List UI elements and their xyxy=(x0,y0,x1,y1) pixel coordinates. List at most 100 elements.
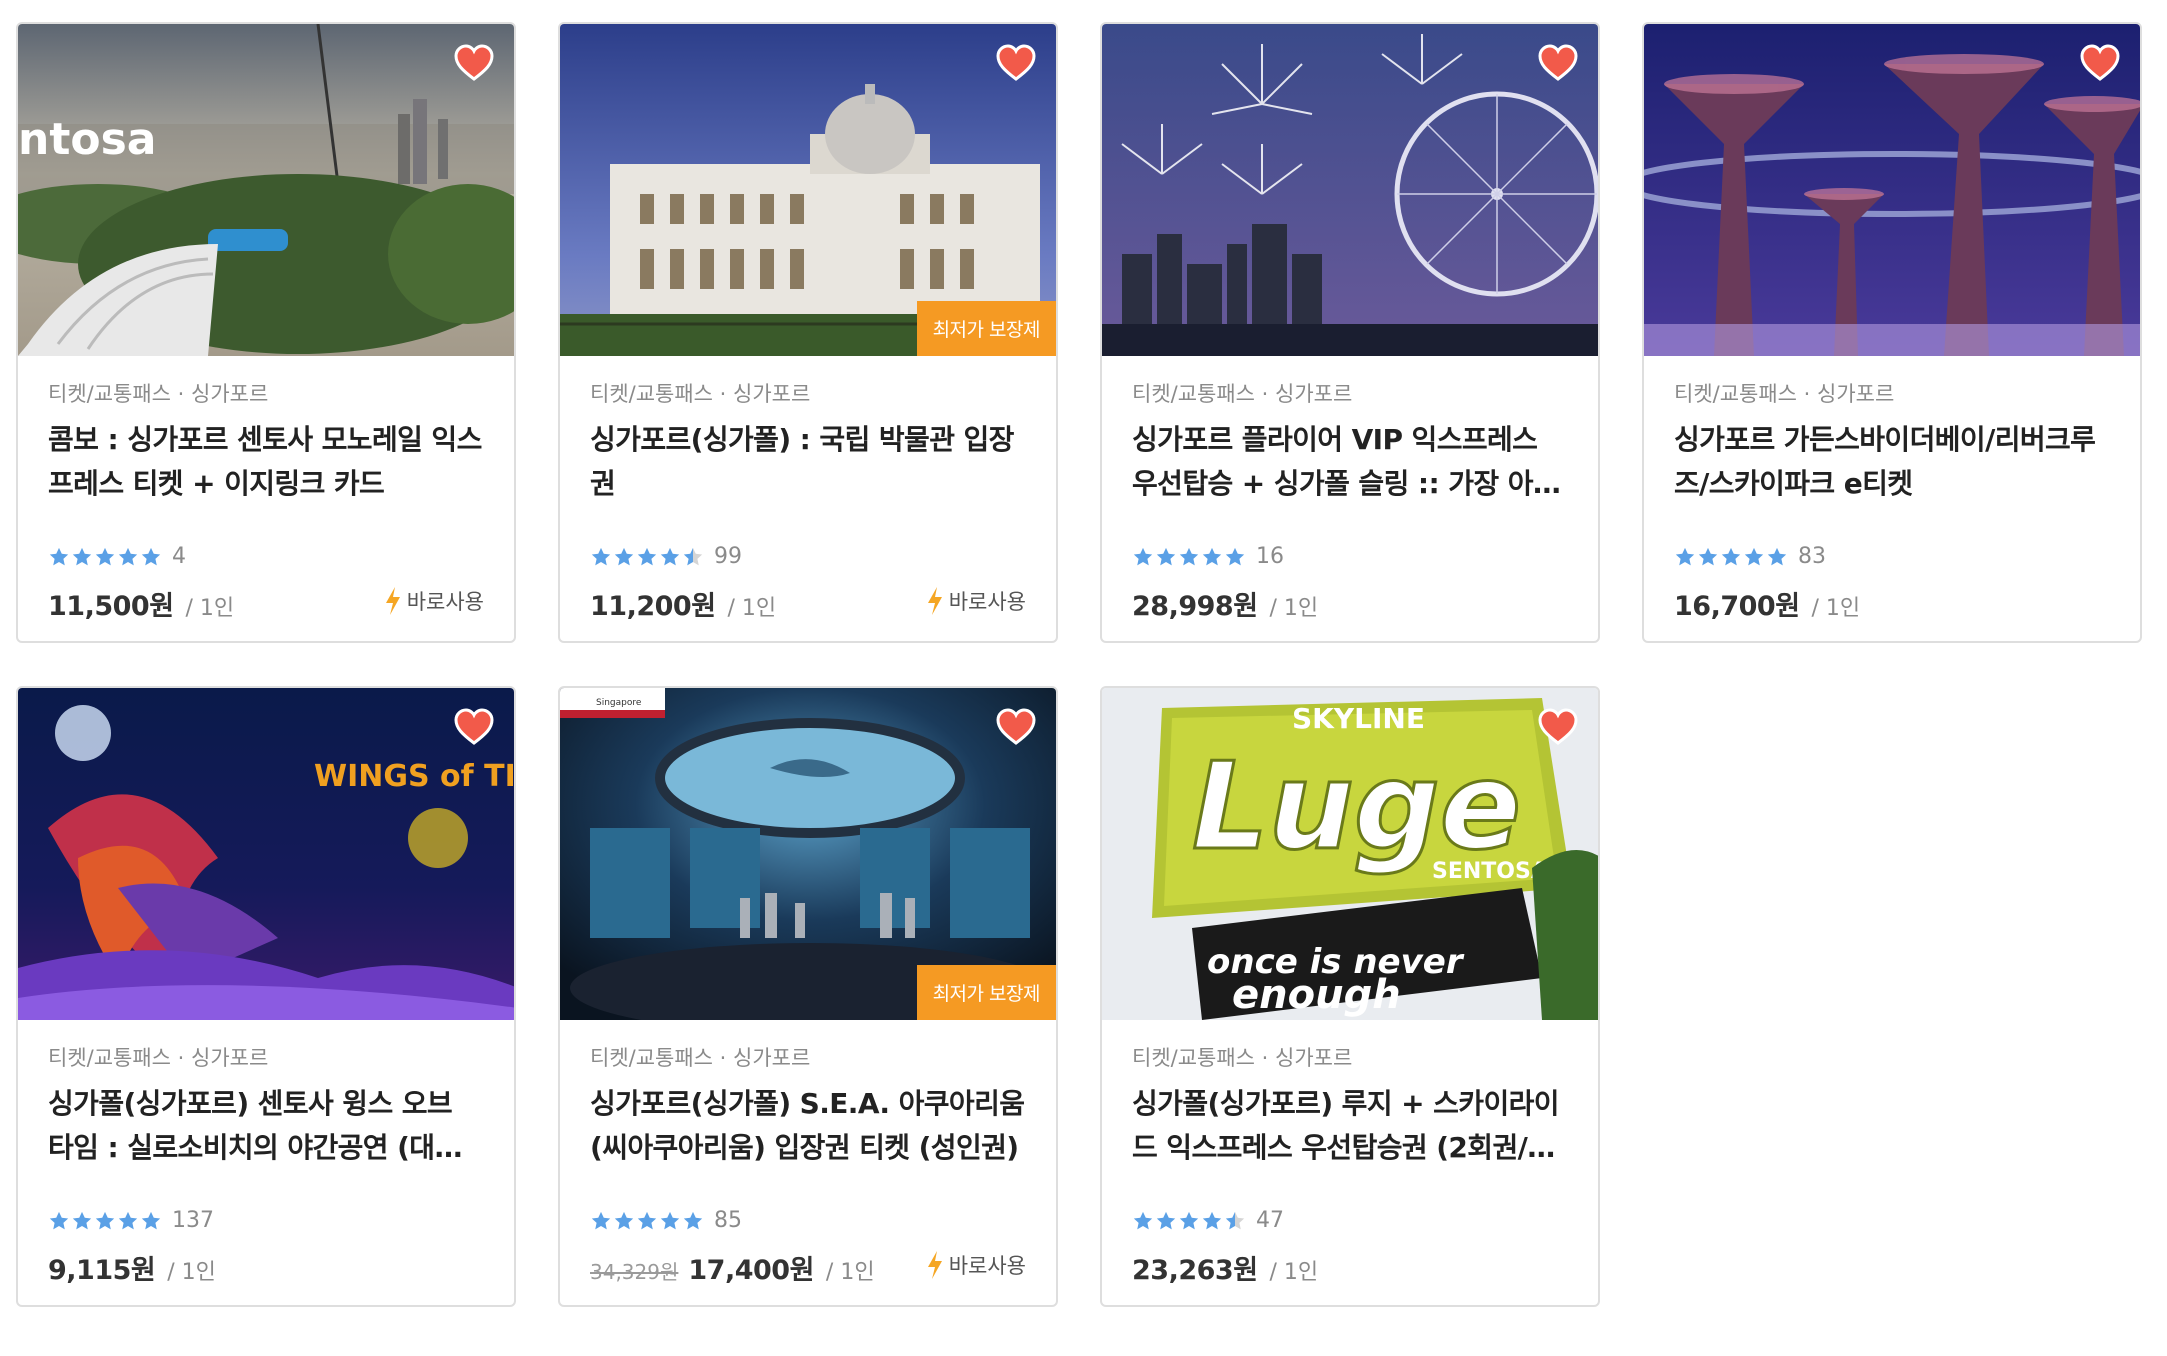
product-image: WINGS of TIME xyxy=(18,688,514,1020)
product-category: 티켓/교통패스 · 싱가포르 xyxy=(1674,382,1895,406)
image-sign-text: ntosa xyxy=(18,114,156,165)
product-rating: 16 xyxy=(1132,544,1284,569)
star-icon xyxy=(591,547,611,565)
product-image: ntosa xyxy=(18,24,514,356)
price-box: 9,115원 / 1인 xyxy=(48,1248,216,1287)
star-icon xyxy=(95,547,115,565)
product-info: 티켓/교통패스 · 싱가포르 싱가포르(싱가폴) S.E.A. 아쿠아리움(씨아… xyxy=(560,1020,1056,1305)
wishlist-heart-icon[interactable] xyxy=(996,708,1036,748)
rating-stars xyxy=(48,546,162,568)
price: 23,263원 xyxy=(1132,1255,1258,1286)
price-unit: / 1인 xyxy=(727,596,777,621)
product-title[interactable]: 싱가폴(싱가포르) 루지 + 스카이라이드 익스프레스 우선탑승권 (2회권/3… xyxy=(1132,1082,1568,1170)
product-title[interactable]: 싱가포르(싱가폴) S.E.A. 아쿠아리움(씨아쿠아리움) 입장권 티켓 (성… xyxy=(590,1082,1026,1170)
instant-use-tag: 바로사용 xyxy=(383,586,484,616)
star-icon xyxy=(1202,1211,1222,1229)
instant-use-tag: 바로사용 xyxy=(925,1250,1026,1280)
product-title[interactable]: 싱가폴(싱가포르) 센토사 윙스 오브 타임 : 실로소비치의 야간공연 (대기… xyxy=(48,1082,484,1170)
product-image xyxy=(1102,24,1598,356)
star-icon xyxy=(72,547,92,565)
price-box: 11,200원 / 1인 xyxy=(590,584,776,623)
image-logo-text: Singapore xyxy=(596,698,642,708)
rating-count: 16 xyxy=(1256,544,1284,569)
rating-stars xyxy=(1674,546,1788,568)
image-logo-text: Luge xyxy=(1192,738,1521,877)
price-unit: / 1인 xyxy=(825,1260,875,1285)
image-logo-text: enough xyxy=(1232,972,1401,1018)
wishlist-heart-icon[interactable] xyxy=(454,44,494,84)
star-icon xyxy=(660,1211,680,1229)
price-unit: / 1인 xyxy=(167,1260,216,1285)
instant-use-label: 바로사용 xyxy=(406,590,484,614)
product-title[interactable]: 싱가포르(싱가폴) : 국립 박물관 입장권 xyxy=(590,418,1026,506)
star-icon xyxy=(118,1211,138,1229)
star-icon xyxy=(614,547,634,565)
product-rating: 137 xyxy=(48,1208,214,1233)
product-card[interactable]: WINGS of TIME 티켓/교통패스 · 싱가포르 싱가폴(싱가포르) 센… xyxy=(16,686,516,1307)
star-icon xyxy=(72,1211,92,1229)
half-star-icon xyxy=(683,547,703,565)
star-icon xyxy=(141,1211,161,1229)
product-card[interactable]: Singapore 최저가 보장제 티켓/교통패스 · 싱가포르 싱가포르(싱가… xyxy=(558,686,1058,1307)
lightning-icon xyxy=(927,1251,942,1279)
wishlist-heart-icon[interactable] xyxy=(1538,708,1578,748)
star-icon xyxy=(1179,1211,1199,1229)
product-grid: ntosa 티켓/교통패스 · 싱가포르 콤보 : 싱가포르 센토사 모노레일 … xyxy=(0,0,2167,1356)
star-icon xyxy=(1225,547,1245,565)
wishlist-heart-icon[interactable] xyxy=(454,708,494,748)
lightning-icon xyxy=(927,587,942,615)
product-category: 티켓/교통패스 · 싱가포르 xyxy=(48,382,269,406)
rating-stars xyxy=(590,546,704,568)
rating-stars xyxy=(1132,546,1246,568)
original-price: 34,329원 xyxy=(590,1260,679,1284)
product-card[interactable]: 티켓/교통패스 · 싱가포르 싱가포르 플라이어 VIP 익스프레스 우선탑승 … xyxy=(1100,22,1600,643)
price-unit: / 1인 xyxy=(185,596,235,621)
product-card[interactable]: 최저가 보장제 티켓/교통패스 · 싱가포르 싱가포르(싱가폴) : 국립 박물… xyxy=(558,22,1058,643)
lightning-icon xyxy=(385,587,400,615)
star-icon xyxy=(591,1211,611,1229)
instant-use-label: 바로사용 xyxy=(948,590,1026,614)
price: 11,500원 xyxy=(48,591,174,622)
price-box: 28,998원 / 1인 xyxy=(1132,584,1318,623)
product-category: 티켓/교통패스 · 싱가포르 xyxy=(1132,382,1353,406)
product-title[interactable]: 콤보 : 싱가포르 센토사 모노레일 익스프레스 티켓 + 이지링크 카드 xyxy=(48,418,484,506)
product-image xyxy=(1644,24,2140,356)
star-icon xyxy=(637,1211,657,1229)
star-icon xyxy=(1744,547,1764,565)
product-title[interactable]: 싱가포르 플라이어 VIP 익스프레스 우선탑승 + 싱가폴 슬링 :: 가장 … xyxy=(1132,418,1568,506)
product-image: SKYLINE Luge SENTOSA once is never enoug… xyxy=(1102,688,1598,1020)
wishlist-heart-icon[interactable] xyxy=(996,44,1036,84)
price: 17,400원 xyxy=(688,1255,814,1286)
rating-stars xyxy=(1132,1210,1246,1232)
wishlist-heart-icon[interactable] xyxy=(1538,44,1578,84)
product-image: Singapore 최저가 보장제 xyxy=(560,688,1056,1020)
star-icon xyxy=(49,1211,69,1229)
star-icon xyxy=(141,547,161,565)
rating-count: 47 xyxy=(1256,1208,1284,1233)
star-icon xyxy=(637,547,657,565)
product-rating: 4 xyxy=(48,544,186,569)
wishlist-heart-icon[interactable] xyxy=(2080,44,2120,84)
product-info: 티켓/교통패스 · 싱가포르 콤보 : 싱가포르 센토사 모노레일 익스프레스 … xyxy=(18,356,514,641)
rating-count: 99 xyxy=(714,544,742,569)
instant-use-label: 바로사용 xyxy=(948,1254,1026,1278)
star-icon xyxy=(1179,547,1199,565)
product-info: 티켓/교통패스 · 싱가포르 싱가폴(싱가포르) 센토사 윙스 오브 타임 : … xyxy=(18,1020,514,1305)
star-icon xyxy=(660,547,680,565)
rating-count: 85 xyxy=(714,1208,742,1233)
product-title[interactable]: 싱가포르 가든스바이더베이/리버크루즈/스카이파크 e티켓 xyxy=(1674,418,2110,506)
product-rating: 83 xyxy=(1674,544,1826,569)
half-star-icon xyxy=(1225,1211,1245,1229)
product-rating: 47 xyxy=(1132,1208,1284,1233)
star-icon xyxy=(1156,1211,1176,1229)
price-unit: / 1인 xyxy=(1811,596,1861,621)
lowest-price-badge: 최저가 보장제 xyxy=(916,301,1056,356)
product-card[interactable]: SKYLINE Luge SENTOSA once is never enoug… xyxy=(1100,686,1600,1307)
star-icon xyxy=(118,547,138,565)
product-card[interactable]: ntosa 티켓/교통패스 · 싱가포르 콤보 : 싱가포르 센토사 모노레일 … xyxy=(16,22,516,643)
price-box: 11,500원 / 1인 xyxy=(48,584,234,623)
image-logo-text: WINGS of TIME xyxy=(314,759,514,794)
lowest-price-badge: 최저가 보장제 xyxy=(916,965,1056,1020)
product-card[interactable]: 티켓/교통패스 · 싱가포르 싱가포르 가든스바이더베이/리버크루즈/스카이파크… xyxy=(1642,22,2142,643)
rating-count: 83 xyxy=(1798,544,1826,569)
